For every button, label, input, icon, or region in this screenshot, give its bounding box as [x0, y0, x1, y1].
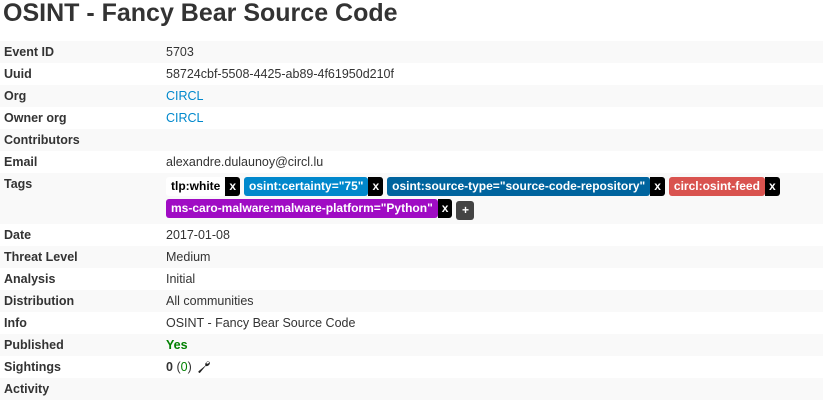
row-threat-level: Threat Level Medium — [0, 246, 823, 268]
tag-tlp-white[interactable]: tlp:white — [166, 177, 226, 196]
tag-malware-platform-python[interactable]: ms-caro-malware:malware-platform="Python… — [166, 199, 438, 218]
date-value: 2017-01-08 — [166, 228, 230, 242]
email-value: alexandre.dulaunoy@circl.lu — [166, 155, 324, 169]
tag-osint-source-type[interactable]: osint:source-type="source-code-repositor… — [387, 177, 651, 196]
tag-circl-osint-feed[interactable]: circl:osint-feed — [668, 177, 765, 196]
event-id-label: Event ID — [4, 45, 55, 59]
row-published: Published Yes — [0, 334, 823, 356]
contributors-label: Contributors — [4, 133, 80, 147]
tags-label: Tags — [4, 177, 33, 191]
remove-tag-tlp-white-button[interactable]: x — [225, 177, 241, 196]
email-label: Email — [4, 155, 38, 169]
tag-line-1: tlp:white x osint:certainty="75" x osint:sou… — [166, 177, 821, 198]
tag-list: tlp:white x osint:certainty="75" x osint:sou… — [166, 177, 821, 220]
row-tags: Tags tlp:white x osint:certainty="75" x osin… — [0, 173, 823, 224]
remove-tag-osint-certainty-button[interactable]: x — [368, 177, 384, 196]
published-value: Yes — [166, 338, 188, 352]
sightings-close-paren: ) — [187, 360, 192, 374]
row-org: Org CIRCL — [0, 85, 823, 107]
date-label: Date — [4, 228, 32, 242]
activity-label: Activity — [4, 382, 50, 396]
threat-level-label: Threat Level — [4, 250, 78, 264]
row-uuid: Uuid 58724cbf-5508-4425-ab89-4f61950d210… — [0, 63, 823, 85]
uuid-value: 58724cbf-5508-4425-ab89-4f61950d210f — [166, 67, 394, 81]
row-contributors: Contributors — [0, 129, 823, 151]
remove-tag-malware-platform-button[interactable]: x — [437, 199, 453, 218]
add-tag-button[interactable]: + — [456, 201, 475, 220]
threat-level-value: Medium — [166, 250, 211, 264]
row-date: Date 2017-01-08 — [0, 224, 823, 246]
owner-org-label: Owner org — [4, 111, 67, 125]
uuid-label: Uuid — [4, 67, 32, 81]
org-label: Org — [4, 89, 27, 103]
remove-tag-circl-osint-feed-button[interactable]: x — [764, 177, 780, 196]
row-owner-org: Owner org CIRCL — [0, 107, 823, 129]
event-details-table: Event ID 5703 Uuid 58724cbf-5508-4425-ab… — [0, 41, 823, 400]
row-info: Info OSINT - Fancy Bear Source Code — [0, 312, 823, 334]
row-event-id: Event ID 5703 — [0, 41, 823, 63]
row-distribution: Distribution All communities — [0, 290, 823, 312]
row-email: Email alexandre.dulaunoy@circl.lu — [0, 151, 823, 173]
distribution-value: All communities — [166, 294, 254, 308]
sightings-count: 0 — [166, 360, 173, 374]
tag-line-2: ms-caro-malware:malware-platform="Python… — [166, 199, 821, 220]
event-id-value: 5703 — [166, 45, 194, 59]
tag-osint-certainty[interactable]: osint:certainty="75" — [244, 177, 369, 196]
row-analysis: Analysis Initial — [0, 268, 823, 290]
sightings-label: Sightings — [4, 360, 61, 374]
page-title: OSINT - Fancy Bear Source Code — [3, 0, 398, 27]
distribution-label: Distribution — [4, 294, 75, 308]
org-link[interactable]: CIRCL — [166, 85, 204, 107]
row-sightings: Sightings 0 (0) — [0, 356, 823, 378]
published-label: Published — [4, 338, 64, 352]
remove-tag-osint-source-type-button[interactable]: x — [650, 177, 665, 196]
sightings-inner-count: 0 — [180, 360, 188, 374]
analysis-value: Initial — [166, 272, 196, 286]
row-activity: Activity — [0, 378, 823, 400]
info-label: Info — [4, 316, 27, 330]
analysis-label: Analysis — [4, 272, 56, 286]
info-value: OSINT - Fancy Bear Source Code — [166, 316, 356, 330]
owner-org-link[interactable]: CIRCL — [166, 107, 204, 129]
